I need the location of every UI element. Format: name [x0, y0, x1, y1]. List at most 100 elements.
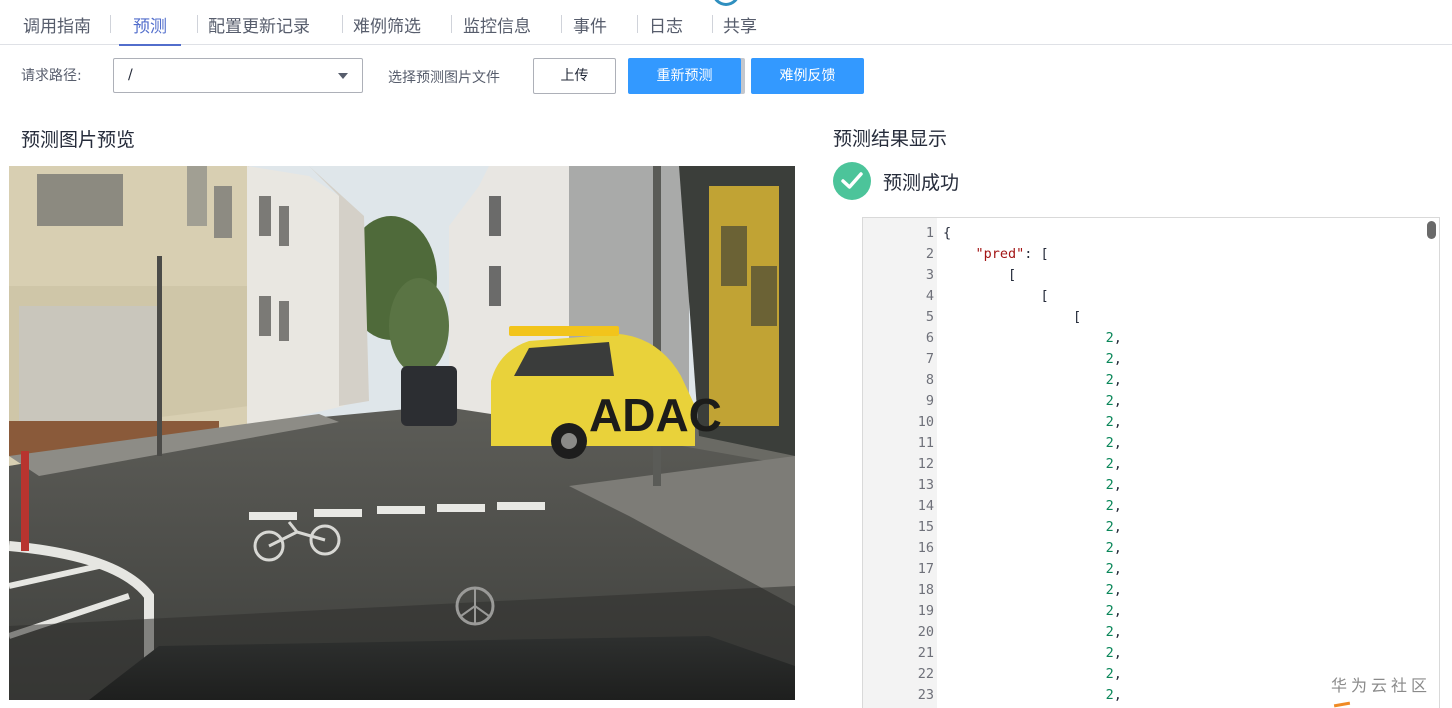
tab-divider — [712, 15, 713, 33]
line-number: 16 — [917, 540, 934, 556]
tab-call-guide[interactable]: 调用指南 — [23, 12, 91, 45]
repredict-button[interactable]: 重新预测 — [628, 58, 741, 94]
json-punctuation: { — [943, 225, 952, 241]
code-text: 2, — [943, 349, 1122, 370]
code-line: 6 2, — [863, 328, 1439, 349]
code-text: [ — [943, 265, 1016, 286]
line-number: 1 — [925, 225, 934, 241]
line-number: 15 — [917, 519, 934, 535]
tab-share[interactable]: 共享 — [723, 12, 757, 45]
json-punctuation: , — [1113, 414, 1122, 430]
code-text: 2, — [943, 580, 1122, 601]
line-number: 22 — [917, 666, 934, 682]
code-line: 15 2, — [863, 517, 1439, 538]
line-number: 18 — [917, 582, 934, 598]
request-path-select[interactable]: / — [113, 58, 363, 93]
json-punctuation: , — [1113, 624, 1122, 640]
tab-config-history[interactable]: 配置更新记录 — [208, 12, 310, 45]
code-text: 2, — [943, 412, 1122, 433]
json-punctuation: , — [1113, 330, 1122, 346]
line-number: 5 — [925, 309, 934, 325]
json-number: 2 — [1105, 330, 1114, 346]
code-line: 14 2, — [863, 496, 1439, 517]
json-number: 2 — [1105, 561, 1114, 577]
tab-events[interactable]: 事件 — [573, 12, 607, 45]
line-number: 10 — [917, 414, 934, 430]
tab-divider — [110, 15, 111, 33]
code-line: 4 [ — [863, 286, 1439, 307]
json-punctuation: , — [1113, 393, 1122, 409]
hard-example-feedback-button[interactable]: 难例反馈 — [751, 58, 864, 94]
json-punctuation: , — [1113, 351, 1122, 367]
json-number: 2 — [1105, 540, 1114, 556]
preview-image: ADAC — [9, 166, 795, 700]
json-punctuation: , — [1113, 519, 1122, 535]
json-punctuation: , — [1113, 645, 1122, 661]
code-line: 12 2, — [863, 454, 1439, 475]
json-punctuation: , — [1113, 666, 1122, 682]
json-punctuation: [ — [1073, 309, 1082, 325]
code-text: 2, — [943, 454, 1122, 475]
tab-logs[interactable]: 日志 — [649, 12, 683, 45]
code-text: 2, — [943, 538, 1122, 559]
line-number: 4 — [925, 288, 934, 304]
tab-predict[interactable]: 预测 — [119, 12, 181, 46]
json-number: 2 — [1105, 456, 1114, 472]
line-number: 7 — [925, 351, 934, 367]
logo-fragment-icon — [712, 0, 740, 6]
tab-hard-example-filter[interactable]: 难例筛选 — [353, 12, 421, 45]
line-number: 14 — [917, 498, 934, 514]
tab-divider — [451, 15, 452, 33]
code-line: 19 2, — [863, 601, 1439, 622]
tab-monitoring[interactable]: 监控信息 — [463, 12, 531, 45]
code-text: 2, — [943, 370, 1122, 391]
code-line: 17 2, — [863, 559, 1439, 580]
json-number: 2 — [1105, 519, 1114, 535]
code-text: 2, — [943, 433, 1122, 454]
code-line: 18 2, — [863, 580, 1439, 601]
json-punctuation: [ — [1008, 267, 1017, 283]
json-key: "pred" — [975, 246, 1025, 262]
json-number: 2 — [1105, 603, 1114, 619]
editor-scrollbar[interactable] — [1427, 221, 1436, 239]
json-code-lines: 1{2 "pred": [3 [4 [5 [6 2, 7 2, 8 2, 9 2, 10… — [863, 223, 1439, 706]
code-line: 21 2, — [863, 643, 1439, 664]
code-line: 5 [ — [863, 307, 1439, 328]
line-number: 19 — [917, 603, 934, 619]
line-number: 12 — [917, 456, 934, 472]
code-text: [ — [943, 286, 1049, 307]
tab-divider — [342, 15, 343, 33]
json-number: 2 — [1105, 666, 1114, 682]
check-circle-icon — [833, 162, 871, 200]
code-line: 16 2, — [863, 538, 1439, 559]
json-punctuation: : [ — [1024, 246, 1049, 262]
prediction-status: 预测成功 — [883, 172, 960, 194]
code-text: 2, — [943, 391, 1122, 412]
line-number: 9 — [925, 393, 934, 409]
code-text: 2, — [943, 517, 1122, 538]
json-result-editor[interactable]: 1{2 "pred": [3 [4 [5 [6 2, 7 2, 8 2, 9 2, 10… — [862, 217, 1440, 708]
line-number: 21 — [917, 645, 934, 661]
line-number: 23 — [917, 687, 934, 703]
code-text: 2, — [943, 496, 1122, 517]
watermark: 华为云社区 — [1331, 676, 1432, 695]
code-text: 2, — [943, 475, 1122, 496]
code-line: 7 2, — [863, 349, 1439, 370]
tab-divider — [197, 15, 198, 33]
code-line: 2 "pred": [ — [863, 244, 1439, 265]
chevron-down-icon[interactable] — [338, 73, 348, 79]
tab-divider — [561, 15, 562, 33]
json-number: 2 — [1105, 645, 1114, 661]
json-punctuation: , — [1113, 435, 1122, 451]
line-number: 11 — [917, 435, 934, 451]
upload-button[interactable]: 上传 — [533, 58, 616, 94]
json-punctuation: , — [1113, 582, 1122, 598]
code-text: 2, — [943, 685, 1122, 706]
json-punctuation: [ — [1040, 288, 1049, 304]
json-number: 2 — [1105, 624, 1114, 640]
car-brand-text: ADAC — [589, 389, 722, 441]
line-number: 20 — [917, 624, 934, 640]
json-number: 2 — [1105, 351, 1114, 367]
result-title: 预测结果显示 — [833, 128, 948, 150]
line-number: 13 — [917, 477, 934, 493]
